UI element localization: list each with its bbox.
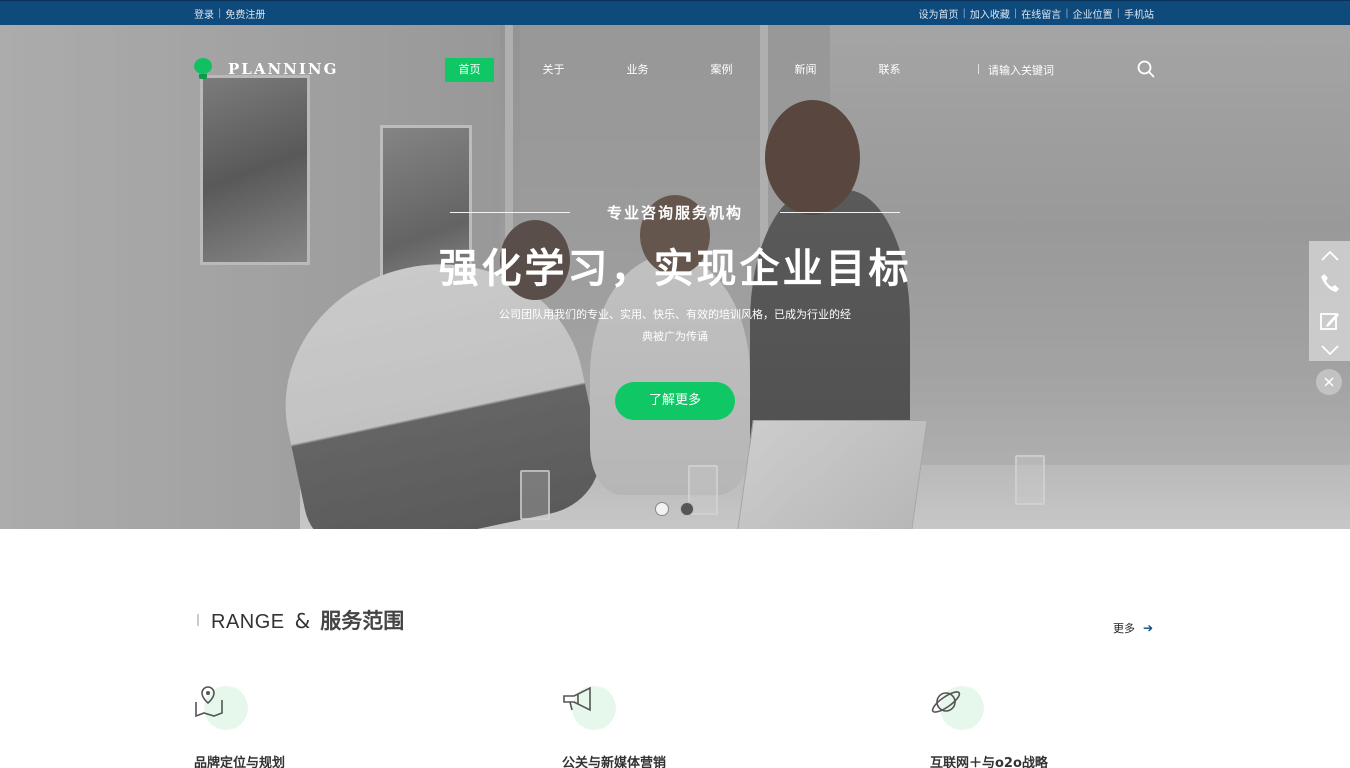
phone-icon[interactable] xyxy=(1309,268,1350,298)
nav-item-contact[interactable]: 联系 xyxy=(865,58,914,82)
slide-dot-active[interactable] xyxy=(655,502,669,516)
nav-item-home[interactable]: 首页 xyxy=(445,58,494,82)
search-icon[interactable] xyxy=(1137,60,1155,78)
edit-icon[interactable] xyxy=(1309,306,1350,336)
megaphone-icon xyxy=(563,686,591,712)
nav-item-about[interactable]: 关于 xyxy=(529,58,578,82)
section-title: RANGE & 服务范围 xyxy=(211,605,404,635)
decorative-line xyxy=(450,212,570,213)
set-homepage-link[interactable]: 设为首页 xyxy=(919,6,959,21)
nav-item-cases[interactable]: 案例 xyxy=(697,58,746,82)
service-item[interactable]: 品牌定位与规划 xyxy=(194,684,285,768)
section-title-cn: 服务范围 xyxy=(320,609,405,633)
register-link[interactable]: 免费注册 xyxy=(225,6,265,21)
more-link-label: 更多 xyxy=(1113,622,1135,635)
service-item[interactable]: 公关与新媒体营销 xyxy=(562,684,666,768)
nav-item-business[interactable]: 业务 xyxy=(613,58,662,82)
map-pin-icon xyxy=(195,686,223,718)
divider xyxy=(978,64,979,74)
hero-kicker: 专业咨询服务机构 xyxy=(606,204,743,222)
section-marker xyxy=(197,614,199,626)
slide-dot[interactable] xyxy=(680,502,694,516)
service-item[interactable]: 互联网＋与o2o战略 xyxy=(930,684,1048,768)
section-title-amp: & xyxy=(294,609,311,633)
planet-icon xyxy=(931,691,961,713)
login-link[interactable]: 登录 xyxy=(194,6,214,21)
account-links: 登录 | 免费注册 xyxy=(194,6,265,21)
message-link[interactable]: 在线留言 xyxy=(1021,6,1061,21)
service-name: 品牌定位与规划 xyxy=(194,756,286,768)
add-favorite-link[interactable]: 加入收藏 xyxy=(970,6,1010,21)
lightbulb-icon xyxy=(194,58,212,80)
learn-more-button[interactable]: 了解更多 xyxy=(615,382,735,420)
divider: | xyxy=(1013,8,1018,19)
section-title-en: RANGE xyxy=(211,611,285,633)
divider: | xyxy=(1116,8,1120,19)
brand-name: PLANNING xyxy=(228,60,339,78)
arrow-right-icon: ➔ xyxy=(1143,621,1154,635)
chevron-down-icon[interactable] xyxy=(1309,335,1350,365)
mobile-site-link[interactable]: 手机站 xyxy=(1124,6,1154,21)
divider: | xyxy=(218,8,222,19)
close-icon[interactable] xyxy=(1316,369,1342,395)
utility-links: 设为首页 | 加入收藏 | 在线留言 | 企业位置 | 手机站 xyxy=(919,6,1155,21)
divider: | xyxy=(962,8,966,19)
service-name: 公关与新媒体营销 xyxy=(562,756,667,768)
divider: | xyxy=(1065,8,1069,19)
top-bar: 登录 | 免费注册 设为首页 | 加入收藏 | 在线留言 | 企业位置 | 手机… xyxy=(0,0,1350,25)
hero-description: 公司团队用我们的专业、实用、快乐、有效的培训风格，已成为行业的经典被广为传诵 xyxy=(499,308,851,343)
location-link[interactable]: 企业位置 xyxy=(1073,6,1113,21)
chevron-up-icon[interactable] xyxy=(1309,241,1350,271)
service-name: 互联网＋与o2o战略 xyxy=(930,756,1048,768)
hero-headline: 强化学习，实现企业目标 xyxy=(438,246,912,292)
floating-toolbar xyxy=(1309,241,1350,361)
nav-item-news[interactable]: 新闻 xyxy=(781,58,830,82)
site-logo[interactable]: PLANNING xyxy=(194,58,338,80)
decorative-line xyxy=(780,212,900,213)
more-link[interactable]: 更多 ➔ xyxy=(1113,620,1153,636)
search-input[interactable]: 请输入关键词 xyxy=(988,62,1054,78)
